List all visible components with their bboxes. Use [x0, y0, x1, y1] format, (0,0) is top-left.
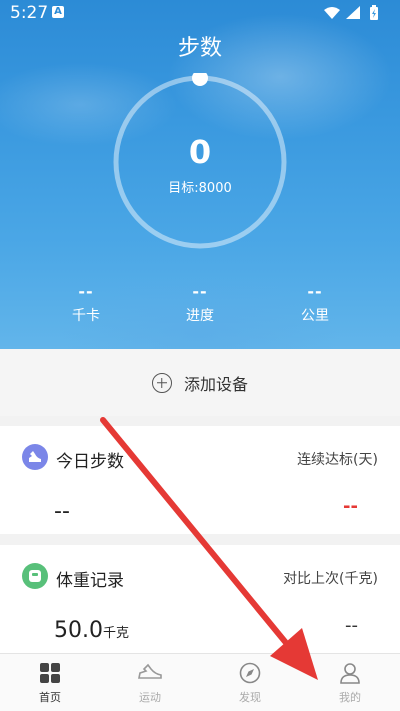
card-right-label: 连续达标(天): [297, 452, 378, 468]
metric-label: 公里: [301, 308, 329, 324]
person-icon: [339, 662, 361, 688]
grid-icon: [39, 662, 61, 688]
nav-label: 运动: [139, 691, 161, 704]
header-background: 5:27 A 步数 0 目标:8000 -- 千卡 -- 进度 -- 公里: [0, 0, 400, 349]
metric-value: --: [78, 282, 94, 301]
nav-sport[interactable]: 运动: [100, 654, 200, 711]
battery-icon: [370, 5, 378, 20]
sneaker-icon: [137, 662, 163, 688]
notification-icon: A: [52, 6, 64, 18]
shoe-icon: [22, 444, 48, 470]
nav-discover[interactable]: 发现: [200, 654, 300, 711]
today-steps-value: --: [54, 499, 70, 524]
add-device-label: 添加设备: [183, 374, 248, 394]
status-bar: 5:27 A: [0, 0, 400, 26]
today-steps-card[interactable]: 今日步数 连续达标(天) -- --: [0, 426, 400, 534]
metric-label: 千卡: [72, 308, 100, 324]
step-count: 0: [188, 133, 212, 171]
weight-value: 50.0千克: [54, 618, 129, 643]
nav-label: 首页: [39, 691, 61, 704]
step-goal: 目标:8000: [168, 181, 232, 196]
metric-distance: -- 公里: [265, 282, 365, 325]
weight-record-card[interactable]: 体重记录 对比上次(千克) 50.0千克 --: [0, 545, 400, 653]
add-device-button[interactable]: 添加设备: [0, 349, 400, 416]
nav-me[interactable]: 我的: [300, 654, 400, 711]
signal-icon: [346, 6, 360, 19]
bottom-nav: 首页 运动 发现 我的: [0, 653, 400, 711]
page-title: 步数: [177, 36, 222, 61]
status-time: 5:27: [10, 3, 49, 23]
nav-label: 我的: [339, 691, 361, 704]
card-title: 今日步数: [56, 452, 124, 472]
weight-unit: 千克: [102, 626, 129, 641]
metric-label: 进度: [186, 308, 214, 324]
card-title: 体重记录: [56, 571, 124, 591]
metric-value: --: [192, 282, 208, 301]
progress-knob: [192, 73, 208, 86]
wifi-icon: [324, 7, 340, 19]
metric-progress: -- 进度: [150, 282, 250, 325]
nav-home[interactable]: 首页: [0, 654, 100, 711]
nav-label: 发现: [239, 691, 261, 704]
metric-calories: -- 千卡: [36, 282, 136, 325]
streak-days-value: --: [343, 496, 358, 517]
weight-number: 50.0: [54, 618, 103, 643]
compass-icon: [239, 662, 261, 688]
card-right-label: 对比上次(千克): [283, 571, 378, 587]
metric-value: --: [307, 282, 323, 301]
status-icons: [322, 5, 392, 25]
scale-icon: [22, 563, 48, 589]
weight-diff-value: --: [345, 615, 358, 636]
plus-circle-icon: [151, 372, 172, 393]
